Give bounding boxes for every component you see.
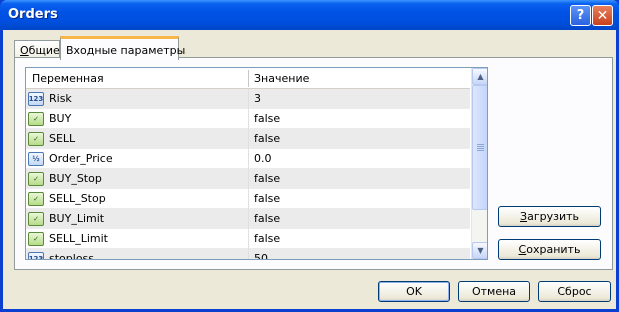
param-value[interactable]: false — [252, 172, 280, 185]
table-row[interactable]: 123 stoploss 50 — [26, 249, 470, 260]
tab-input-parameters[interactable]: Входные параметры — [60, 36, 185, 60]
param-name: Risk — [49, 92, 72, 105]
param-name: SELL — [49, 132, 76, 145]
table-row[interactable]: ✓ BUY_Stop false — [26, 169, 470, 189]
param-name: BUY — [49, 112, 72, 125]
bool-param-icon: ✓ — [28, 192, 44, 206]
integer-param-icon: 123 — [28, 92, 44, 106]
table-row[interactable]: ½ Order_Price 0.0 — [26, 149, 470, 169]
help-button[interactable]: ? — [570, 5, 591, 26]
double-param-icon: ½ — [28, 152, 44, 166]
bool-param-icon: ✓ — [28, 112, 44, 126]
parameters-grid[interactable]: Переменная Значение 123 Risk 3 ✓ BUY false ✓ SE… — [25, 67, 488, 260]
param-name: BUY_Limit — [49, 212, 105, 225]
cell-divider — [248, 109, 249, 129]
column-header-variable[interactable]: Переменная — [32, 72, 104, 85]
integer-param-icon: 123 — [28, 252, 44, 259]
cancel-button[interactable]: Отмена — [458, 281, 530, 302]
cell-divider — [248, 129, 249, 149]
param-value[interactable]: 3 — [252, 92, 261, 105]
grid-header: Переменная Значение — [26, 68, 470, 89]
column-header-value[interactable]: Значение — [254, 72, 309, 85]
scroll-up-button[interactable]: ▲ — [472, 68, 487, 85]
param-value[interactable]: 50 — [252, 252, 268, 259]
table-row[interactable]: 123 Risk 3 — [26, 89, 470, 109]
orders-dialog: Orders ? ✕ Общие Входные параметры Перем… — [0, 0, 619, 312]
param-name: SELL_Limit — [49, 232, 108, 245]
param-value[interactable]: false — [252, 112, 280, 125]
load-button[interactable]: Загрузить — [498, 206, 601, 227]
window-title: Orders — [8, 7, 58, 22]
grid-rows: 123 Risk 3 ✓ BUY false ✓ SELL false ½ Order_Price 0… — [26, 89, 470, 260]
reset-button[interactable]: Сброс — [538, 281, 611, 302]
vertical-scrollbar[interactable]: ▲ ▼ — [471, 68, 487, 259]
param-name: Order_Price — [49, 152, 113, 165]
param-value[interactable]: false — [252, 132, 280, 145]
table-row[interactable]: ✓ SELL false — [26, 129, 470, 149]
close-button[interactable]: ✕ — [592, 5, 613, 26]
cell-divider — [248, 189, 249, 209]
param-value[interactable]: 0.0 — [252, 152, 272, 165]
bool-param-icon: ✓ — [28, 212, 44, 226]
grip-icon — [477, 144, 484, 152]
table-row[interactable]: ✓ SELL_Stop false — [26, 189, 470, 209]
column-divider[interactable] — [248, 70, 249, 87]
cell-divider — [248, 89, 249, 109]
tab-panel: Переменная Значение 123 Risk 3 ✓ BUY false ✓ SE… — [14, 57, 613, 270]
table-row[interactable]: ✓ BUY_Limit false — [26, 209, 470, 229]
param-value[interactable]: false — [252, 192, 280, 205]
bool-param-icon: ✓ — [28, 172, 44, 186]
cell-divider — [248, 209, 249, 229]
param-name: SELL_Stop — [49, 192, 106, 205]
scroll-down-button[interactable]: ▼ — [472, 242, 487, 259]
param-value[interactable]: false — [252, 232, 280, 245]
chevron-down-icon: ▼ — [477, 246, 484, 255]
cell-divider — [248, 169, 249, 189]
cell-divider — [248, 149, 249, 169]
table-row[interactable]: ✓ BUY false — [26, 109, 470, 129]
param-name: stoploss — [49, 252, 95, 260]
close-icon: ✕ — [596, 7, 609, 24]
param-name: BUY_Stop — [49, 172, 102, 185]
chevron-up-icon: ▲ — [477, 72, 484, 81]
param-value[interactable]: false — [252, 212, 280, 225]
cell-divider — [248, 249, 249, 259]
help-icon: ? — [576, 8, 585, 23]
title-bar[interactable]: Orders ? ✕ — [0, 0, 619, 30]
ok-button[interactable]: OK — [378, 281, 450, 302]
bool-param-icon: ✓ — [28, 132, 44, 146]
bool-param-icon: ✓ — [28, 232, 44, 246]
table-row[interactable]: ✓ SELL_Limit false — [26, 229, 470, 249]
save-button[interactable]: Сохранить — [498, 239, 601, 260]
cell-divider — [248, 229, 249, 249]
scroll-thumb[interactable] — [472, 85, 487, 210]
